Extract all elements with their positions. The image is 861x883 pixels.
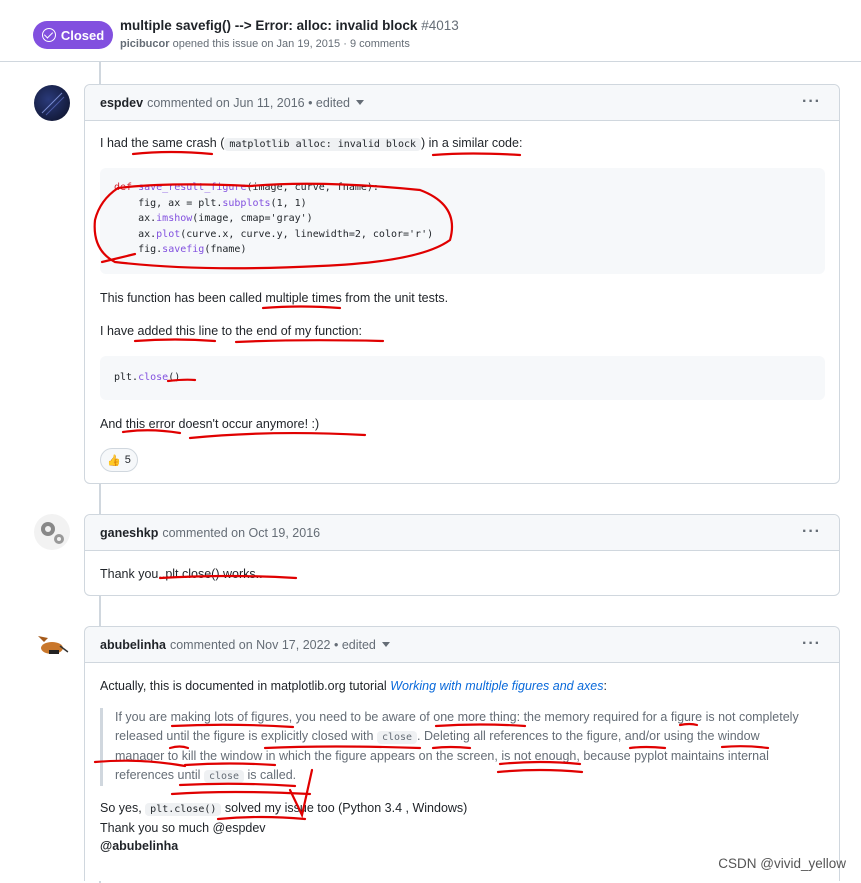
watermark: CSDN @vivid_yellow [718, 856, 846, 871]
comment-text: And this error doesn't occur anymore! :) [100, 417, 320, 431]
comment-text: Actually, this is documented in matplotl… [100, 679, 607, 693]
thumbs-up-icon: 👍 [107, 454, 121, 467]
tutorial-link[interactable]: Working with multiple figures and axes [390, 679, 603, 693]
comment-text: So yes, plt.close() solved my issue too … [100, 801, 468, 816]
edit-history-dropdown[interactable] [381, 642, 390, 647]
avatar-abubelinha[interactable] [34, 626, 70, 662]
blockquote: If you are making lots of figures, you n… [100, 708, 815, 786]
check-circle-icon [41, 28, 56, 42]
comment-header: abubelinha commented on Nov 17, 2022 • e… [85, 627, 839, 663]
comment-menu-icon[interactable]: ··· [802, 93, 821, 111]
closed-status-badge: Closed [33, 21, 113, 49]
comment-text: This function has been called multiple t… [100, 291, 449, 305]
issue-title: multiple savefig() --> Error: alloc: inv… [120, 18, 459, 33]
comment-abubelinha: abubelinha commented on Nov 17, 2022 • e… [84, 626, 840, 881]
comment-text: Thank you..plt.close() works.. [100, 567, 263, 581]
comment-text: I had the same crash (matplotlib alloc: … [100, 136, 523, 151]
comment-text: Thank you so much @espdev [100, 821, 266, 835]
comment-menu-icon[interactable]: ··· [802, 635, 821, 653]
mention-text: @abubelinha [100, 839, 179, 853]
code-block: def save_result_figure(image, curve, fna… [100, 168, 825, 274]
code-line: def save_result_figure(image, curve, fna… [114, 182, 379, 193]
issue-header: Closed multiple savefig() --> Error: all… [0, 0, 861, 62]
comment-ganeshkp: ganeshkp commented on Oct 19, 2016 ··· T… [84, 514, 840, 596]
comment-menu-icon[interactable]: ··· [802, 523, 821, 541]
edit-history-dropdown[interactable] [356, 100, 364, 105]
reaction-thumbs-up-button[interactable]: 👍 5 [100, 448, 138, 472]
comment-author[interactable]: abubelinha [100, 638, 166, 652]
comment-header: ganeshkp commented on Oct 19, 2016 ··· [85, 515, 839, 551]
code-block: plt.close() [100, 356, 825, 400]
issue-author-link[interactable]: picibucor [120, 38, 170, 50]
issue-subtitle: picibucor opened this issue on Jan 19, 2… [120, 38, 410, 50]
comment-espdev: espdev commented on Jun 11, 2016 • edite… [84, 84, 840, 484]
code-line: fig, ax = plt.subplots(1, 1) [114, 197, 307, 209]
comment-header: espdev commented on Jun 11, 2016 • edite… [85, 85, 839, 121]
comment-author[interactable]: ganeshkp [100, 526, 158, 540]
issue-number: #4013 [421, 18, 459, 33]
code-line: ax.plot(curve.x, curve.y, linewidth=2, c… [114, 228, 434, 240]
comment-text: I have added this line to the end of my … [100, 324, 362, 338]
comment-author[interactable]: espdev [100, 96, 143, 110]
code-line: fig.savefig(fname) [114, 244, 247, 255]
avatar-espdev[interactable] [34, 85, 70, 121]
avatar-ganeshkp[interactable] [34, 514, 70, 550]
code-line: ax.imshow(image, cmap='gray') [114, 213, 313, 224]
